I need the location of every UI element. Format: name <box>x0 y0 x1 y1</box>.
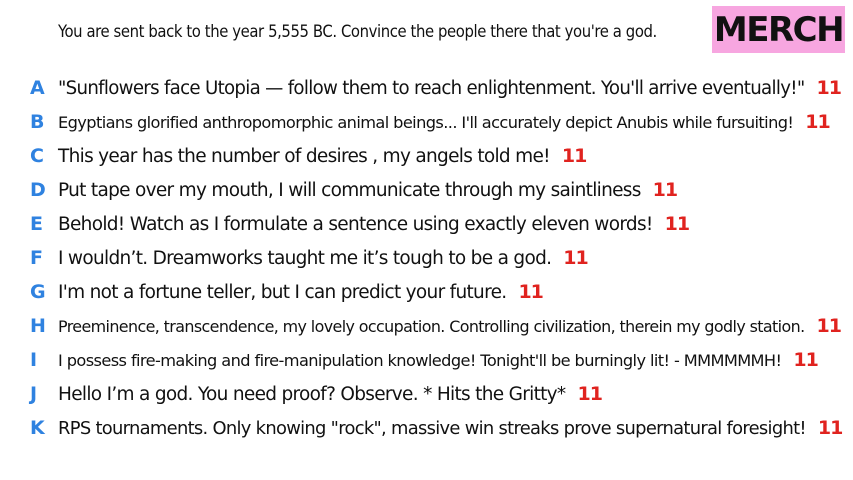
answer-text: Behold! Watch as I formulate a sentence … <box>58 213 690 235</box>
answer-score: 11 <box>563 247 588 269</box>
answer-text-content: Behold! Watch as I formulate a sentence … <box>58 214 653 235</box>
answer-text-content: I'm not a fortune teller, but I can pred… <box>58 282 507 303</box>
answer-text-content: This year has the number of desires , my… <box>58 146 551 167</box>
answer-score: 11 <box>817 417 843 439</box>
answer-text-content: RPS tournaments. Only knowing "rock", ma… <box>58 418 807 439</box>
answer-text-content: I wouldn’t. Dreamworks taught me it’s to… <box>58 248 552 269</box>
answer-score: 11 <box>561 145 587 167</box>
answer-letter: G <box>30 281 46 303</box>
answer-letter: D <box>30 179 46 201</box>
answer-letter: J <box>30 383 37 405</box>
answer-text: RPS tournaments. Only knowing "rock", ma… <box>58 417 843 439</box>
answer-letter: C <box>30 145 44 167</box>
answer-text: Preeminence, transcendence, my lovely oc… <box>58 315 842 337</box>
answer-text: I possess fire-making and fire-manipulat… <box>58 349 819 371</box>
answer-score: 11 <box>577 383 602 405</box>
answer-text: "Sunflowers face Utopia — follow them to… <box>58 77 842 99</box>
answer-text: Put tape over my mouth, I will communica… <box>58 179 678 201</box>
answer-score: 11 <box>518 281 543 303</box>
answer-score: 11 <box>652 179 678 201</box>
answer-score: 11 <box>793 349 818 371</box>
answer-score: 11 <box>816 315 842 337</box>
prompt-text: You are sent back to the year 5,555 BC. … <box>58 22 657 41</box>
answer-text-content: I possess fire-making and fire-manipulat… <box>58 351 782 370</box>
answer-score: 11 <box>816 77 842 99</box>
answer-letter: K <box>30 417 45 439</box>
answer-text-content: Egyptians glorified anthropomorphic anim… <box>58 113 794 132</box>
merch-button[interactable]: MERCH <box>712 6 845 53</box>
answer-text: I'm not a fortune teller, but I can pred… <box>58 281 544 303</box>
answer-text-content: Preeminence, transcendence, my lovely oc… <box>58 317 805 336</box>
answer-text-content: Put tape over my mouth, I will communica… <box>58 180 641 201</box>
answer-letter: E <box>30 213 43 235</box>
answer-letter: F <box>30 247 43 269</box>
answer-letter: A <box>30 77 45 99</box>
answer-score: 11 <box>805 111 830 133</box>
answer-text-content: Hello I’m a god. You need proof? Observe… <box>58 384 566 405</box>
answer-letter: B <box>30 111 44 133</box>
answer-text: This year has the number of desires , my… <box>58 145 587 167</box>
answer-score: 11 <box>664 213 690 235</box>
answer-text: I wouldn’t. Dreamworks taught me it’s to… <box>58 247 589 269</box>
answer-letter: I <box>30 349 37 371</box>
answer-text-content: "Sunflowers face Utopia — follow them to… <box>58 78 805 99</box>
answer-text: Hello I’m a god. You need proof? Observe… <box>58 383 603 405</box>
answer-text: Egyptians glorified anthropomorphic anim… <box>58 111 831 133</box>
answer-letter: H <box>30 315 46 337</box>
